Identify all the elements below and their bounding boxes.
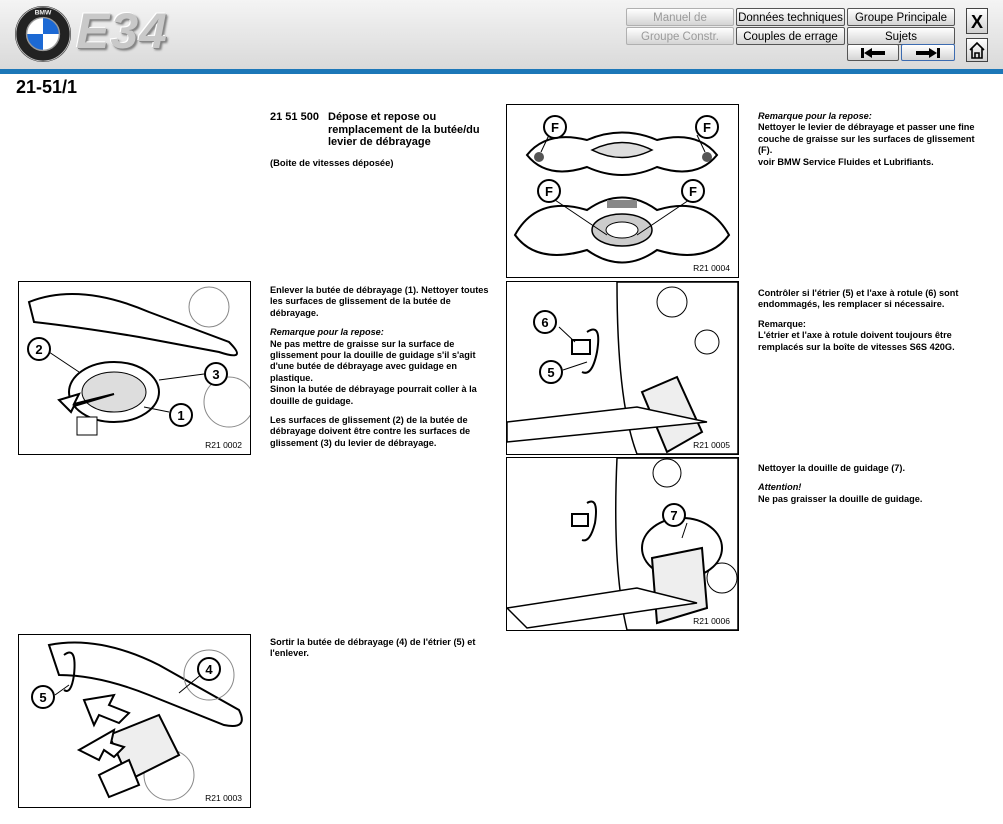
figure-r21-0005: 6 5 R21 0005 xyxy=(506,281,739,455)
release-bearing-removal-drawing: 2 3 1 xyxy=(27,286,250,436)
tech-data-button[interactable]: Données techniques xyxy=(736,8,845,26)
figure-label: 4 xyxy=(205,662,213,677)
manual-button[interactable]: Manuel de réparation xyxy=(626,8,734,42)
figure-r21-0003: 5 4 R21 0003 xyxy=(18,634,251,808)
step-check-stirrup: Contrôler si l'étrier (5) et l'axe à rot… xyxy=(758,288,980,353)
figure-id: R21 0006 xyxy=(693,616,730,626)
last-page-icon xyxy=(916,48,940,58)
figure-label: F xyxy=(689,184,697,199)
figure-label: 5 xyxy=(547,365,554,380)
construction-group-button[interactable]: Groupe Constr. xyxy=(626,27,734,45)
figure-id: R21 0004 xyxy=(693,263,730,273)
figure-id: R21 0003 xyxy=(205,793,242,803)
guide-sleeve-drawing: 7 xyxy=(507,458,738,630)
note-body-2: Sinon la butée de débrayage pourrait col… xyxy=(270,384,477,406)
figure-id: R21 0005 xyxy=(693,440,730,450)
step-remove-bearing: Enlever la butée de débrayage (1). Netto… xyxy=(270,285,492,449)
warning-body: Ne pas graisser la douille de guidage. xyxy=(758,493,923,504)
bearing-stirrup-removal-drawing: 5 4 xyxy=(31,641,243,801)
note-title: Remarque pour la repose: xyxy=(758,111,872,121)
home-icon xyxy=(969,41,985,59)
header-divider xyxy=(0,69,1003,74)
section-title: Dépose et repose ou remplacement de la b… xyxy=(328,111,480,149)
topics-button[interactable]: Sujets xyxy=(847,27,955,45)
surfaces-text: Les surfaces de glissement (2) de la but… xyxy=(270,415,471,448)
step-text: Nettoyer la douille de guidage (7). xyxy=(758,463,906,473)
figure-r21-0002: 2 3 1 R21 0002 xyxy=(18,281,251,455)
figure-label: 1 xyxy=(177,408,184,423)
figure-label: 6 xyxy=(541,315,548,330)
note-body: L'étrier et l'axe à rotule doivent toujo… xyxy=(758,330,955,352)
note-body: Nettoyer le levier de débrayage et passe… xyxy=(758,122,975,156)
figure-label: F xyxy=(545,184,553,199)
step-text: Enlever la butée de débrayage (1). Netto… xyxy=(270,285,489,318)
note-title: Remarque: xyxy=(758,318,806,329)
step-extract-bearing: Sortir la butée de débrayage (4) de l'ét… xyxy=(270,637,492,660)
stirrup-ball-pin-drawing: 6 5 xyxy=(507,282,738,454)
figure-r21-0004: F F F F R21 0004 xyxy=(506,104,739,278)
main-group-button[interactable]: Groupe Principale xyxy=(847,8,955,26)
note-title: Remarque pour la repose: xyxy=(270,327,384,338)
home-button[interactable] xyxy=(966,38,988,62)
bmw-logo-icon: BMW xyxy=(14,5,72,63)
figure-id: R21 0002 xyxy=(205,440,242,450)
last-page-button[interactable] xyxy=(901,44,955,61)
figure-label: 2 xyxy=(35,342,42,357)
svg-text:BMW: BMW xyxy=(35,10,52,17)
page-number: 21-51/1 xyxy=(16,77,78,97)
step-text: Contrôler si l'étrier (5) et l'axe à rot… xyxy=(758,288,959,310)
step-text: Sortir la butée de débrayage (4) de l'ét… xyxy=(270,637,476,659)
first-page-icon xyxy=(861,48,885,58)
note-body: Ne pas mettre de graisse sur la surface … xyxy=(270,338,476,383)
close-button[interactable]: X xyxy=(966,8,988,34)
figure-r21-0006: 7 R21 0006 xyxy=(506,457,739,631)
model-title: E34 xyxy=(76,3,168,59)
first-page-button[interactable] xyxy=(847,44,899,61)
figure-label: 3 xyxy=(212,367,219,382)
warning-title: Attention! xyxy=(758,482,802,493)
repose-note-block: Remarque pour la repose: Nettoyer le lev… xyxy=(758,111,980,168)
section-subtitle: (Boite de vitesses déposée) xyxy=(270,157,394,168)
figure-label: 7 xyxy=(670,508,677,523)
note-reference: voir BMW Service Fluides et Lubrifiants. xyxy=(758,156,934,167)
figure-label: F xyxy=(703,120,711,135)
torque-button[interactable]: Couples de errage xyxy=(736,27,845,45)
section-number: 21 51 500 xyxy=(270,111,319,123)
step-clean-sleeve: Nettoyer la douille de guidage (7). Atte… xyxy=(758,463,980,505)
figure-label: 5 xyxy=(39,690,46,705)
clutch-lever-slide-surfaces-drawing: F F F F xyxy=(513,115,731,264)
figure-label: F xyxy=(551,120,559,135)
